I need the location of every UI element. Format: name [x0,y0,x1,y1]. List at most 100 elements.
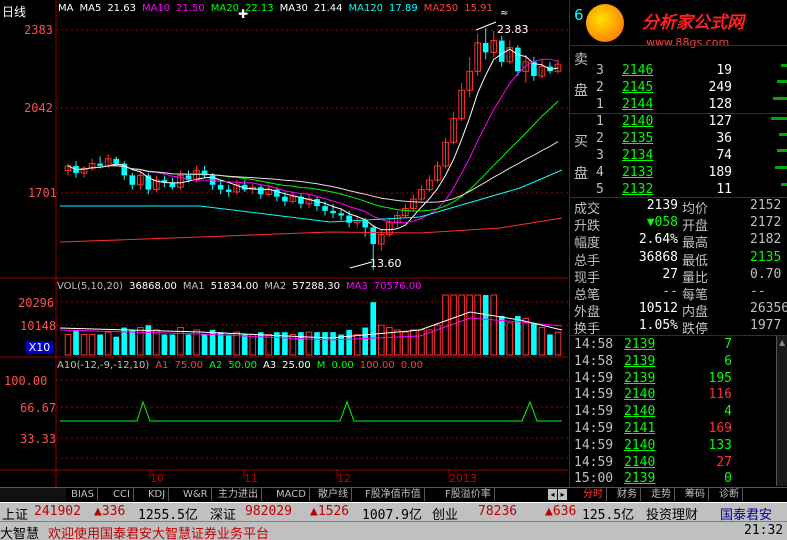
indicator-axis-label: 66.67 [20,401,57,415]
stat-row[interactable]: 外盘 10512 内盘 26356 [570,301,787,320]
tick-row[interactable]: 14:59 2140 133 [570,438,787,455]
star-marker-icon: ≈ [500,8,509,19]
level: 1 [596,97,604,112]
volume-bar [346,329,352,355]
legend-item: M [316,360,326,371]
volume-bar [80,333,88,356]
tick-volume: 133 [708,437,732,453]
stat-row[interactable]: 升跌 ▼058 开盘 2172 [570,215,787,234]
legend-item: VOL(5,10,20) [57,281,124,292]
period-label[interactable]: 日线 [2,3,26,20]
indicator-tab[interactable]: MACD [273,488,310,501]
low-pointer [349,261,373,269]
legend-item: 70576.00 [373,281,422,292]
tick-row[interactable]: 14:59 2140 27 [570,455,787,472]
quote-panel-tab[interactable]: 走势 [648,488,675,501]
volume-legend: VOL(5,10,20) 36868.00 MA1 51834.00 MA2 57288.… [57,281,428,292]
tick-row[interactable]: 14:59 2141 169 [570,421,787,438]
stat-key: 换手 [574,322,601,338]
tab-scroll-left-icon[interactable]: ◂ [548,489,557,500]
legend-item: 17.89 [389,3,418,14]
depth-bar [771,117,787,120]
welcome-text: 欢迎使用国泰君安大智慧证券业务平台 [48,527,270,540]
legend-item: 36868.00 [129,281,177,292]
sh-index-change: ▲336 [94,504,126,519]
stat-value: 26356 [750,301,787,317]
tick-row[interactable]: 14:58 2139 6 [570,354,787,371]
bid-row[interactable]: 3 2134 74 [570,148,787,165]
bid-row[interactable]: 1 2140 127 [570,114,787,131]
stat-key: 成交 [574,202,601,217]
bid-row[interactable]: 4 2133 189 [570,165,787,182]
brand-label[interactable]: 大智慧 [0,523,39,540]
indicator-tab[interactable]: 主力进出 [215,488,262,501]
tick-time: 14:59 [574,437,614,453]
legend-item: MA5 [79,3,102,14]
ask-row[interactable]: 3 2146 19 [570,63,787,80]
legend-item: 75.00 [174,360,204,371]
quote-panel-tab[interactable]: 财务 [614,488,641,501]
volume-bar [522,317,530,356]
indicator-tab[interactable]: 散户线 [315,488,352,501]
quote-panel-tab[interactable]: 诊断 [716,488,743,501]
volume-axis-label: 10148 [20,319,57,333]
stat-row[interactable]: 总笔 -- 每笔 -- [570,284,787,303]
tick-row[interactable]: 14:59 2140 116 [570,387,787,404]
stat-row[interactable]: 成交 2139 均价 2152 [570,198,787,217]
tick-volume: 169 [708,421,732,436]
indicator-tab[interactable]: BIAS [68,488,98,501]
kline-chart-svg[interactable] [0,0,568,487]
bid-row[interactable]: 2 2135 36 [570,131,787,148]
quote-panel-tab[interactable]: 分时 [580,488,607,501]
quote-panel-tab[interactable]: 筹码 [682,488,709,501]
volume-bar [201,334,208,355]
volume-multiplier-badge[interactable]: X10 [26,341,53,354]
stat-key: 每笔 [682,288,709,303]
indicator-tab[interactable]: KDJ [145,488,170,501]
tab-scroll-right-icon[interactable]: ▸ [558,489,567,500]
tick-price: 2140 [624,404,656,420]
legend-item: 50.00 [228,360,257,371]
volume-bar [402,331,409,356]
volume-bar [394,329,401,356]
stat-value: 2182 [750,232,782,248]
tick-row[interactable]: 14:58 2139 7 [570,337,787,354]
stat-key: 最低 [682,253,709,269]
stat-row[interactable]: 现手 27 量比 0.70 [570,267,787,286]
stat-row[interactable]: 总手 36868 最低 2135 [570,250,787,269]
ask-row[interactable]: 1 2144 128 [570,97,787,114]
bid-price: 2132 [622,182,654,197]
depth-bar [773,97,787,100]
volume-bar [241,334,248,355]
tick-row[interactable]: 14:59 2140 4 [570,404,787,421]
stat-row[interactable]: 换手 1.05% 跌停 1977 [570,318,787,338]
volume-bar [418,329,425,356]
candle-body [322,206,328,211]
tick-row[interactable]: 15:00 2139 0 [570,471,787,488]
date-axis-label: 2013 [449,472,477,485]
indicator-tab[interactable]: W&R [180,488,212,501]
tick-row[interactable]: 14:59 2139 195 [570,371,787,388]
volume-bar [362,327,369,355]
stat-row[interactable]: 幅度 2.64% 最高 2182 [570,232,787,251]
kline-chart-area[interactable]: 日线 MA MA5 21.63 MA10 21.50 MA20 22.13 MA30 21.44… [0,0,568,487]
ask-row[interactable]: 2 2145 249 [570,80,787,97]
volume-bar [129,329,136,355]
volume-bar [249,333,257,356]
indicator-tab[interactable]: CCI [110,488,134,501]
bid-row[interactable]: 5 2132 11 [570,182,787,199]
indicator-tab-bar: BIAS CCI KDJ W&R 主力进出 MACD 散户线 F股净值市值 F股溢价率 ◂ ▸ … [0,487,787,501]
volume-bar [385,327,393,356]
level: 3 [596,63,604,78]
stat-value: 10512 [638,301,678,317]
indicator-tab[interactable]: F股溢价率 [442,488,495,501]
candle-body [113,158,120,164]
level: 2 [596,80,604,95]
tick-volume: 0 [724,471,732,487]
volume-axis-label: 20296 [18,296,55,310]
indicator-tab[interactable]: F股净值市值 [362,488,425,501]
price-axis-label: 2042 [24,101,53,115]
stat-key: 量比 [682,270,709,286]
level: 2 [596,131,604,146]
clock-text: 21:32 [744,523,784,538]
